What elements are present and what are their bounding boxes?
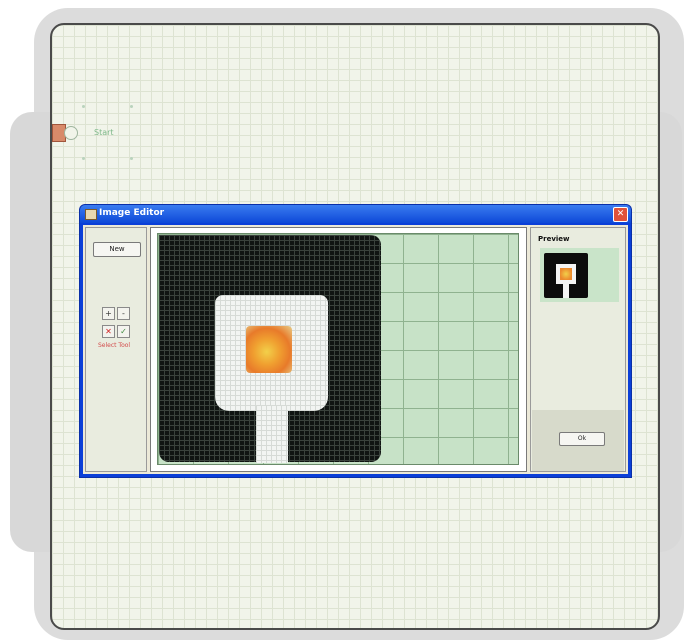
- canvas-dot: [82, 105, 85, 108]
- pixel-art-dark-region[interactable]: [159, 235, 381, 463]
- tray-left-tab: [10, 112, 50, 552]
- preview-panel: Preview Ok: [530, 227, 626, 472]
- tool-panel: New + - ✕ ✓ Select Tool: [85, 227, 147, 472]
- preview-thumbnail: [544, 253, 588, 298]
- close-button[interactable]: ✕: [613, 207, 628, 222]
- window-title: Image Editor: [99, 208, 165, 218]
- title-bar[interactable]: Image Editor ✕: [80, 205, 631, 223]
- preview-title: Preview: [538, 235, 570, 243]
- preview-box: [540, 248, 619, 302]
- preview-footer: Ok: [532, 410, 624, 471]
- ok-button[interactable]: Ok: [559, 432, 605, 446]
- zoom-in-button[interactable]: +: [102, 307, 115, 320]
- pixel-art-stem[interactable]: [256, 405, 288, 463]
- new-button[interactable]: New: [93, 242, 141, 257]
- editor-client-area: New + - ✕ ✓ Select Tool Preview Ok: [83, 225, 628, 474]
- canvas-dot: [130, 105, 133, 108]
- node-port[interactable]: [64, 126, 78, 140]
- preview-flame: [560, 268, 572, 280]
- delete-button[interactable]: ✕: [102, 325, 115, 338]
- zoom-out-button[interactable]: -: [117, 307, 130, 320]
- flame-image[interactable]: [246, 326, 292, 373]
- tool-caption: Select Tool: [98, 342, 131, 349]
- apply-button[interactable]: ✓: [117, 325, 130, 338]
- pixel-editor-area[interactable]: [150, 227, 527, 472]
- image-editor-window: Image Editor ✕ New + - ✕ ✓ Select Tool P…: [80, 205, 631, 477]
- image-editor-icon: [85, 209, 97, 220]
- pixel-grid[interactable]: [157, 233, 519, 465]
- node-label: Start: [94, 128, 114, 137]
- canvas-dot: [130, 157, 133, 160]
- canvas-dot: [82, 157, 85, 160]
- preview-stem: [563, 284, 569, 298]
